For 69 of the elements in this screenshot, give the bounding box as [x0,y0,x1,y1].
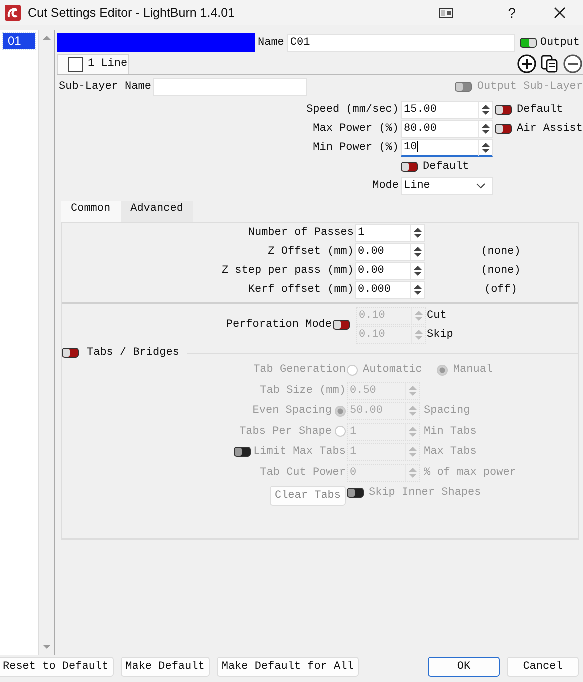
field-label: Z step per pass (mm) [220,264,354,279]
remove-icon[interactable] [563,54,583,74]
toggle-switch[interactable] [333,320,350,330]
toggle-label: Air Assist [517,123,583,135]
output-toggle[interactable] [520,38,538,48]
toggle-switch[interactable] [401,162,418,172]
group-title: Tabs / Bridges [87,347,180,359]
settings-tab[interactable]: Advanced [120,201,194,222]
name-label: Name [258,36,284,48]
toggle-switch[interactable] [495,124,512,134]
toggle-label: Skip Inner Shapes [369,487,482,499]
app-logo-icon [5,4,21,20]
number-field[interactable]: 0.00 [355,262,425,280]
mode-label: Mode [372,179,399,194]
field-label: Limit Max Tabs [254,446,346,458]
radio-label: Manual [453,364,494,376]
footer-button[interactable]: Reset to Default [0,657,114,677]
close-icon[interactable] [554,6,566,18]
snap-layout-icon[interactable] [439,8,454,18]
unit-label: % of max power [424,466,516,478]
mode-dropdown[interactable]: Line [401,177,493,195]
layer-item[interactable]: 01 [3,33,35,49]
field-label: Z Offset (mm) [267,245,354,260]
number-field[interactable]: 0.00 [355,243,425,261]
toggle-label: Default [423,161,470,173]
field-label: Speed (mm/sec) [306,103,399,118]
dialog-button[interactable]: OK [428,657,500,677]
sublayer-name-label: Sub-Layer Name [59,81,152,93]
name-field[interactable]: C01 [287,34,516,52]
field-label: Max Power (%) [312,122,399,137]
perforation-label: Perforation Mode [226,319,332,331]
number-field[interactable]: 80.00 [401,120,493,138]
copy-icon[interactable] [540,54,560,74]
sublayer-name-field[interactable] [153,78,308,96]
field-label: Tab Generation [252,363,346,378]
number-field[interactable]: 0.000 [355,281,425,299]
number-field[interactable]: 10 [401,139,493,157]
toggle-switch[interactable] [495,105,512,115]
field-label: Tab Cut Power [260,466,346,478]
layer-color-swatch[interactable] [57,33,255,52]
number-field[interactable]: 1 [355,224,425,242]
field-label: Kerf offset (mm) [247,283,354,298]
value-note: (none) [481,246,521,258]
unit-label: Min Tabs [424,426,477,438]
field-label: Tab Size (mm) [260,384,346,396]
field-label: Cut [427,310,448,322]
chevron-down-icon[interactable] [476,183,486,189]
value-note: (none) [481,265,521,277]
toggle-label: Default [517,104,564,116]
field-label: Skip [427,328,454,340]
sublayer-tab[interactable]: 1 Line [57,54,129,74]
add-icon[interactable] [517,54,538,74]
number-field[interactable]: 15.00 [401,101,493,119]
output-sublayer-label: Output Sub-Layer [477,81,583,93]
footer-button[interactable]: Make Default [120,657,210,677]
help-button[interactable]: ? [508,4,516,20]
dialog-button[interactable]: Cancel [507,657,579,677]
field-label: Tabs Per Shape [240,426,332,438]
unit-label: Spacing [424,405,470,417]
window-title: Cut Settings Editor - LightBurn 1.4.01 [28,6,236,20]
output-label: Output [540,36,580,48]
footer-button[interactable]: Make Default for All [216,657,359,677]
settings-tab[interactable]: Common [61,201,121,222]
value-note: (off) [484,284,518,296]
field-label: Even Spacing [252,405,332,417]
field-label: Min Power (%) [312,141,399,156]
radio-label: Automatic [363,364,422,376]
unit-label: Max Tabs [424,446,477,458]
field-label: Number of Passes [247,226,354,241]
